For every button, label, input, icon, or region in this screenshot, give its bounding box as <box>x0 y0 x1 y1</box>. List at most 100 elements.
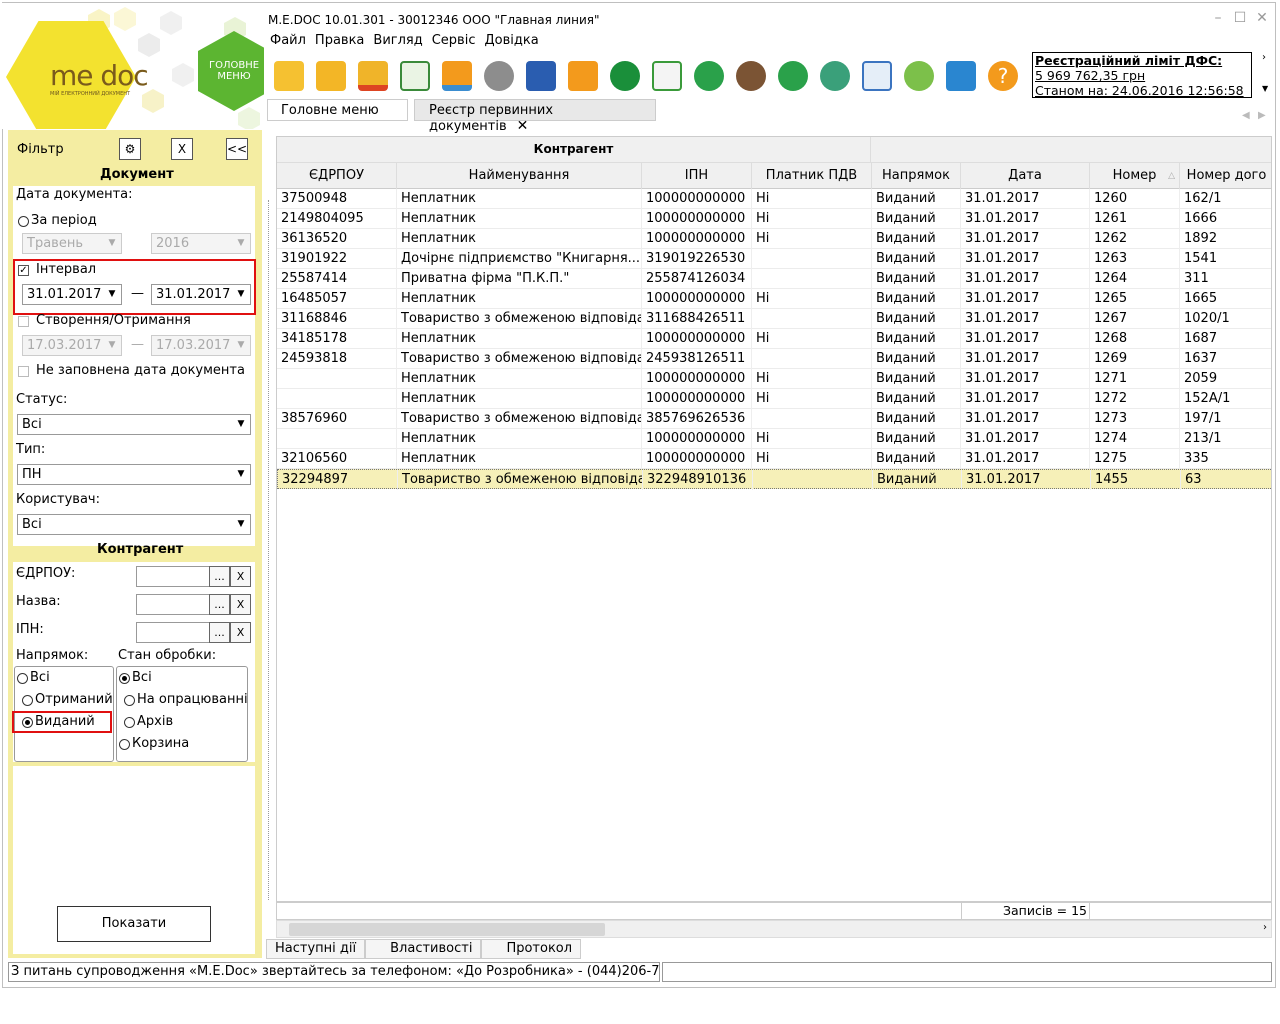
main-menu-tile-label[interactable]: ГОЛОВНЕ МЕНЮ <box>204 60 264 82</box>
menu-file[interactable]: Файл <box>270 33 306 48</box>
scrollbar-thumb[interactable] <box>289 923 605 936</box>
refresh-icon[interactable] <box>688 56 730 96</box>
edrpou-input[interactable] <box>136 566 210 587</box>
created-checkbox[interactable] <box>18 316 29 327</box>
table-row[interactable]: 31168846 Товариство з обмеженою відповіда… <box>277 309 1271 329</box>
checklist-icon[interactable] <box>646 56 688 96</box>
direction-all-radio[interactable] <box>17 673 28 684</box>
filter-clear-button[interactable]: X <box>171 138 193 160</box>
period-radio[interactable] <box>18 216 29 227</box>
copy-document-icon[interactable] <box>394 56 436 96</box>
limit-value[interactable]: 5 969 762,35 грн <box>1035 68 1249 83</box>
help-icon[interactable]: ? <box>982 56 1024 96</box>
col-date[interactable]: Дата <box>961 163 1090 189</box>
tab-main-menu[interactable]: Головне меню <box>267 99 408 121</box>
minimize-icon[interactable]: – <box>1210 10 1226 26</box>
close-tab-icon[interactable]: ✕ <box>517 118 529 134</box>
tab-next-actions[interactable]: Наступні дії <box>266 939 366 959</box>
table-row[interactable]: 24593818 Товариство з обмеженою відповіда… <box>277 349 1271 369</box>
filter-collapse-button[interactable]: << <box>226 138 248 160</box>
maximize-icon[interactable]: ☐ <box>1232 10 1248 26</box>
filter-settings-button[interactable]: ⚙ <box>119 138 141 160</box>
table-row[interactable]: 38576960 Товариство з обмеженою відповіда… <box>277 409 1271 429</box>
modules-icon[interactable] <box>814 56 856 96</box>
chevron-right-icon[interactable]: › <box>1262 52 1266 63</box>
menu-edit[interactable]: Правка <box>315 33 364 48</box>
not-filled-checkbox[interactable] <box>18 366 29 377</box>
menu-view[interactable]: Вигляд <box>373 33 422 48</box>
tab-primary-documents[interactable]: Реєстр первинних документів ✕ <box>414 99 656 134</box>
type-select[interactable]: ПН ▼ <box>17 464 251 485</box>
search-icon[interactable] <box>604 56 646 96</box>
table-row[interactable]: 36136520 Неплатник 100000000000 Ні Виданий 31… <box>277 229 1271 249</box>
chevron-down-icon[interactable]: ▼ <box>1262 84 1268 93</box>
table-row[interactable]: 32106560 Неплатник 100000000000 Ні Виданий 31… <box>277 449 1271 469</box>
menu-help[interactable]: Довідка <box>484 33 538 48</box>
col-number[interactable]: Номер △ <box>1090 163 1180 189</box>
state-archive-radio[interactable] <box>124 717 135 728</box>
ipn-clear-button[interactable]: X <box>230 622 251 643</box>
open-folder-icon[interactable] <box>310 56 352 96</box>
send-mail-icon[interactable] <box>436 56 478 96</box>
col-ipn[interactable]: ІПН <box>642 163 752 189</box>
name-input[interactable] <box>136 594 210 615</box>
table-row[interactable]: 31901922 Дочірнє підприємство "Книгарня..… <box>277 249 1271 269</box>
col-vat-payer[interactable]: Платник ПДВ <box>752 163 872 189</box>
interval-from-date[interactable]: 31.01.2017 ▼ <box>22 284 122 305</box>
direction-received-radio[interactable] <box>22 695 33 706</box>
col-name[interactable]: Найменування <box>397 163 642 189</box>
created-from-date[interactable]: 17.03.2017 ▼ <box>22 335 122 356</box>
table-row[interactable]: 2149804095 Неплатник 100000000000 Ні Виданий… <box>277 209 1271 229</box>
scroll-right-icon[interactable]: › <box>1263 922 1267 933</box>
name-browse-button[interactable]: ... <box>209 594 230 615</box>
table-row[interactable]: 25587414 Приватна фірма "П.К.П." 255874126… <box>277 269 1271 289</box>
add-document-icon[interactable] <box>268 56 310 96</box>
check-box-icon[interactable] <box>940 56 982 96</box>
col-direction[interactable]: Напрямок <box>872 163 961 189</box>
ipn-browse-button[interactable]: ... <box>209 622 230 643</box>
ipn-input[interactable] <box>136 622 210 643</box>
col-contract-number[interactable]: Номер дого <box>1180 163 1271 189</box>
table-row[interactable]: 32294897 Товариство з обмеженою відповіда… <box>277 469 1271 490</box>
menu-service[interactable]: Сервіс <box>432 33 476 48</box>
show-button[interactable]: Показати <box>57 906 211 942</box>
col-edrpou[interactable]: ЄДРПОУ <box>277 163 397 189</box>
documents-grid: Контрагент ЄДРПОУ Найменування ІПН Платн… <box>276 136 1272 902</box>
splitter[interactable] <box>268 200 272 900</box>
table-row[interactable]: Неплатник 100000000000 Ні Виданий 31.01.2017… <box>277 369 1271 389</box>
direction-issued-radio[interactable] <box>22 717 33 728</box>
table-row[interactable]: 16485057 Неплатник 100000000000 Ні Виданий 31… <box>277 289 1271 309</box>
period-year-select[interactable]: 2016 ▼ <box>151 233 251 254</box>
table-row[interactable]: Неплатник 100000000000 Ні Виданий 31.01.2017… <box>277 389 1271 409</box>
tab-properties[interactable]: Властивості <box>365 939 482 959</box>
user-select[interactable]: Всі ▼ <box>17 514 251 535</box>
receive-mail-icon[interactable] <box>772 56 814 96</box>
tab-protocol[interactable]: Протокол <box>481 939 582 959</box>
name-clear-button[interactable]: X <box>230 594 251 615</box>
registration-limit-panel[interactable]: Реєстраційний ліміт ДФС: 5 969 762,35 гр… <box>1032 52 1252 98</box>
state-trash-radio[interactable] <box>119 739 130 750</box>
table-row[interactable]: Неплатник 100000000000 Ні Виданий 31.01.2017… <box>277 429 1271 449</box>
update-icon[interactable] <box>898 56 940 96</box>
interval-checkbox[interactable]: ✓ <box>18 265 29 276</box>
state-processing-radio[interactable] <box>124 695 135 706</box>
table-settings-icon[interactable] <box>856 56 898 96</box>
table-row[interactable]: 37500948 Неплатник 100000000000 Ні Виданий 31… <box>277 189 1271 209</box>
state-all-radio[interactable] <box>119 673 130 684</box>
print-icon[interactable] <box>520 56 562 96</box>
edrpou-browse-button[interactable]: ... <box>209 566 230 587</box>
horizontal-scrollbar[interactable]: › <box>276 920 1272 938</box>
delete-document-icon[interactable] <box>352 56 394 96</box>
table-row[interactable]: 34185178 Неплатник 100000000000 Ні Виданий 31… <box>277 329 1271 349</box>
created-to-date[interactable]: 17.03.2017 ▼ <box>151 335 251 356</box>
tabs-scroll-left-icon[interactable]: ◀ <box>1242 110 1250 121</box>
tabs-scroll-right-icon[interactable]: ▶ <box>1258 110 1266 121</box>
close-icon[interactable]: ✕ <box>1254 10 1270 26</box>
interval-to-date[interactable]: 31.01.2017 ▼ <box>151 284 251 305</box>
calculator-icon[interactable] <box>730 56 772 96</box>
edrpou-clear-button[interactable]: X <box>230 566 251 587</box>
mail-envelope-icon[interactable] <box>562 56 604 96</box>
period-month-select[interactable]: Травень ▼ <box>22 233 122 254</box>
archive-icon[interactable] <box>478 56 520 96</box>
status-select[interactable]: Всі ▼ <box>17 414 251 435</box>
